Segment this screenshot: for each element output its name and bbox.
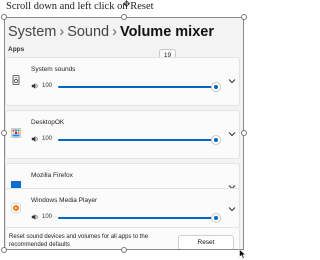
mouse-cursor-icon <box>239 249 247 259</box>
app-name: Windows Media Player <box>31 197 98 204</box>
volume-slider-thumb[interactable] <box>212 214 220 222</box>
volume-value: 100 <box>42 83 53 89</box>
volume-value: 100 <box>42 136 53 142</box>
instruction-text: Scroll down and left click on Reset <box>6 1 154 12</box>
reset-description: Reset sound devices and volumes for all … <box>9 234 149 248</box>
resize-handle[interactable] <box>241 14 247 20</box>
volume-slider[interactable] <box>58 217 216 219</box>
volume-slider-thumb[interactable] <box>212 83 220 91</box>
resize-handle[interactable] <box>121 14 127 20</box>
speaker-device-icon <box>12 75 20 85</box>
breadcrumb-system[interactable]: System <box>8 24 56 40</box>
volume-icon[interactable] <box>31 135 39 143</box>
move-icon[interactable]: ✥ <box>122 0 131 9</box>
breadcrumb-sound[interactable]: Sound <box>67 24 109 40</box>
breadcrumb-separator: › <box>112 24 117 40</box>
volume-value: 100 <box>42 214 53 220</box>
breadcrumb-separator: › <box>59 24 65 40</box>
media-player-icon <box>11 203 21 213</box>
resize-handle[interactable] <box>1 247 7 253</box>
chevron-down-icon[interactable] <box>227 204 237 214</box>
app-card-desktopok: DesktopOK 100 <box>5 110 240 159</box>
resize-handle[interactable] <box>241 130 247 136</box>
chevron-down-icon[interactable] <box>227 129 237 139</box>
resize-handle[interactable] <box>121 247 127 253</box>
resize-handle[interactable] <box>1 130 7 136</box>
app-card-system-sounds: System sounds 100 <box>5 57 240 106</box>
volume-slider-thumb[interactable] <box>212 136 220 144</box>
volume-mixer-window: System › Sound › Volume mixer Apps 19 System… <box>4 17 244 250</box>
volume-icon[interactable] <box>31 213 39 221</box>
resize-handle[interactable] <box>1 14 7 20</box>
app-name: DesktopOK <box>31 119 65 126</box>
app-name: Mozilla Firefox <box>31 172 73 179</box>
desktopok-grid-icon <box>11 128 21 138</box>
breadcrumb: System › Sound › Volume mixer <box>8 24 214 40</box>
app-name: System sounds <box>31 66 76 73</box>
apps-section-label: Apps <box>8 46 25 53</box>
page-title: Volume mixer <box>119 24 214 40</box>
volume-icon[interactable] <box>31 82 39 90</box>
volume-slider[interactable] <box>58 86 216 88</box>
reset-button[interactable]: Reset <box>178 235 234 249</box>
app-card-windows-media-player: Windows Media Player 100 <box>5 188 240 228</box>
volume-slider[interactable] <box>58 139 216 141</box>
chevron-down-icon[interactable] <box>227 76 237 86</box>
